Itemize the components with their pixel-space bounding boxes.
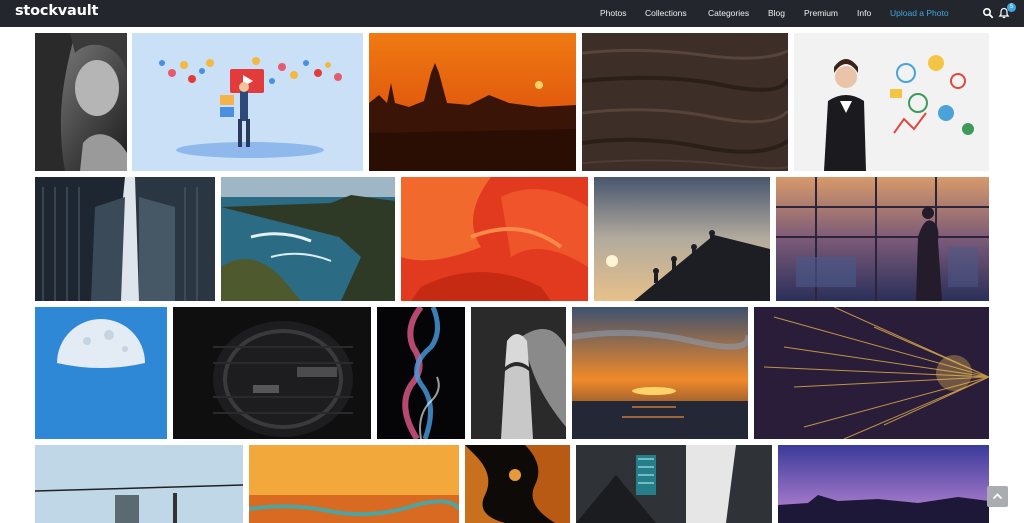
photo-ocean-sunset[interactable] bbox=[572, 307, 748, 439]
photo-gold-texture-dark[interactable] bbox=[465, 445, 570, 523]
photo-angel-woman-bw[interactable] bbox=[471, 307, 566, 439]
photo-bw-woman-portrait[interactable] bbox=[35, 33, 127, 171]
back-to-top-button[interactable] bbox=[987, 486, 1008, 507]
photo-airport-window-silhouette[interactable] bbox=[776, 177, 989, 301]
photo-gallery bbox=[0, 27, 1024, 523]
nav-blog[interactable]: Blog bbox=[768, 7, 785, 19]
chevron-up-icon bbox=[992, 493, 1003, 500]
photo-climbers-mountain-summit[interactable] bbox=[594, 177, 770, 301]
photo-orange-painted-sky[interactable] bbox=[249, 445, 459, 523]
nav-collections[interactable]: Collections bbox=[645, 7, 687, 19]
photo-social-media-illustration[interactable] bbox=[132, 33, 363, 171]
notification-badge: 5 bbox=[1007, 3, 1016, 12]
photo-businesswoman-infographic[interactable] bbox=[794, 33, 989, 171]
photo-moon-blue-sky[interactable] bbox=[35, 307, 167, 439]
photo-hand-tech-circuit[interactable] bbox=[576, 445, 772, 523]
photo-fiber-optic-lights[interactable] bbox=[754, 307, 989, 439]
search-icon[interactable] bbox=[982, 6, 994, 19]
main-nav: Photos Collections Categories Blog Premi… bbox=[0, 0, 1024, 27]
photo-purple-twilight-city[interactable] bbox=[778, 445, 989, 523]
top-navbar: stockvault Photos Collections Categories… bbox=[0, 0, 1024, 27]
photo-colored-smoke[interactable] bbox=[377, 307, 465, 439]
nav-premium[interactable]: Premium bbox=[804, 7, 838, 19]
photo-skyscrapers-looking-up[interactable] bbox=[35, 177, 215, 301]
photo-camera-lens-closeup[interactable] bbox=[173, 307, 371, 439]
nav-photos[interactable]: Photos bbox=[600, 7, 626, 19]
photo-dark-wood-texture[interactable] bbox=[582, 33, 788, 171]
photo-red-fluid-abstract[interactable] bbox=[401, 177, 588, 301]
photo-rocky-coast-waves[interactable] bbox=[221, 177, 395, 301]
nav-info[interactable]: Info bbox=[857, 7, 871, 19]
nav-upload-photo[interactable]: Upload a Photo bbox=[890, 7, 949, 19]
nav-categories[interactable]: Categories bbox=[708, 7, 749, 19]
photo-hanging-cable-sky[interactable] bbox=[35, 445, 243, 523]
photo-temple-sunset[interactable] bbox=[369, 33, 576, 171]
